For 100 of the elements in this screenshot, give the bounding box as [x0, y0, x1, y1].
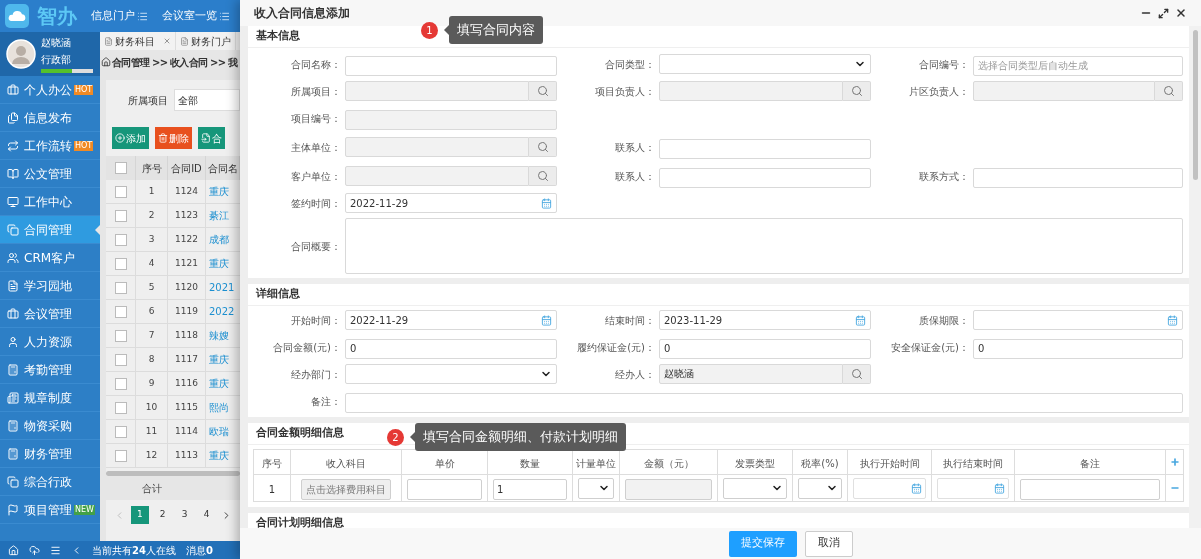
contract-link[interactable]: 2022	[209, 304, 235, 319]
page-number[interactable]: 3	[176, 506, 193, 524]
subject-picker-button[interactable]: 点击选择费用科目	[301, 479, 391, 500]
checkbox[interactable]	[114, 162, 127, 174]
nav-link[interactable]: 信息门户	[91, 7, 148, 25]
text-field[interactable]	[659, 138, 871, 159]
flag-icon	[7, 503, 19, 516]
contract-link[interactable]: 重庆	[209, 448, 229, 463]
toolbar-button[interactable]: 添加	[112, 127, 149, 149]
text-field[interactable]: 0	[345, 338, 557, 359]
close-tab-icon[interactable]	[163, 37, 171, 45]
toolbar-button[interactable]: 合	[198, 127, 225, 149]
calendar-icon	[855, 314, 866, 326]
page-number[interactable]: 1	[131, 506, 149, 524]
select-field[interactable]	[345, 364, 557, 384]
maximize-icon[interactable]	[1158, 7, 1169, 19]
text-field[interactable]	[659, 167, 871, 188]
cloud-upload-icon[interactable]	[29, 544, 40, 556]
contract-link[interactable]: 重庆	[209, 352, 229, 367]
column-header: 执行开始时间	[859, 458, 920, 469]
checkbox[interactable]	[114, 329, 127, 342]
sidebar-item[interactable]: 合同管理	[0, 216, 100, 244]
text-field[interactable]: 选择合同类型后自动生成	[973, 55, 1183, 76]
checkbox[interactable]	[114, 449, 127, 462]
checkbox[interactable]	[114, 257, 127, 270]
checkbox[interactable]	[114, 281, 127, 294]
submit-button[interactable]: 提交保存	[728, 530, 797, 557]
lookup-field[interactable]	[973, 81, 1155, 101]
select-field[interactable]	[798, 477, 842, 499]
text-field[interactable]	[973, 167, 1183, 188]
search-button[interactable]	[529, 81, 557, 101]
contract-link[interactable]: 2021	[209, 280, 235, 295]
page-tab[interactable]: 财务科目	[100, 32, 176, 50]
text-field[interactable]: 1	[493, 479, 567, 500]
lookup-field[interactable]	[345, 81, 529, 101]
search-button[interactable]	[1155, 81, 1183, 101]
text-field[interactable]	[345, 55, 557, 76]
date-field[interactable]: 2022-11-29	[345, 193, 557, 213]
text-field[interactable]	[345, 392, 1183, 413]
date-field[interactable]	[973, 310, 1183, 330]
date-field[interactable]: 2022-11-29	[345, 310, 557, 330]
contract-link[interactable]: 熙尚	[209, 400, 229, 415]
search-button[interactable]	[529, 137, 557, 157]
scrollbar[interactable]	[106, 471, 240, 476]
column-header: 合同名	[207, 161, 238, 176]
toolbar-button[interactable]: 删除	[155, 127, 192, 149]
contract-link[interactable]: 重庆	[209, 184, 229, 199]
contract-link[interactable]: 重庆	[209, 256, 229, 271]
textarea-field[interactable]	[345, 218, 1183, 274]
contract-link[interactable]: 綦江	[209, 208, 229, 223]
date-field[interactable]	[937, 477, 1009, 499]
text-field[interactable]: 0	[659, 338, 871, 359]
calculator-icon	[7, 447, 19, 460]
column-header: 单价	[434, 458, 455, 469]
cancel-button[interactable]: 取消	[804, 530, 853, 557]
checkbox[interactable]	[114, 209, 127, 222]
text-field[interactable]	[1020, 479, 1160, 500]
text-field[interactable]	[407, 479, 482, 500]
add-row-icon[interactable]	[1169, 457, 1180, 467]
lookup-field[interactable]	[659, 81, 843, 101]
select-field[interactable]	[659, 54, 871, 74]
readonly-field[interactable]	[625, 479, 712, 500]
contract-link[interactable]: 重庆	[209, 376, 229, 391]
checkbox[interactable]	[114, 425, 127, 438]
readonly-field[interactable]	[345, 109, 557, 130]
contract-link[interactable]: 欧瑞	[209, 424, 229, 439]
home-icon[interactable]	[8, 544, 19, 556]
page-tab[interactable]: 财务门户	[176, 32, 236, 50]
menu-icon[interactable]	[50, 544, 61, 556]
search-button[interactable]	[843, 81, 871, 101]
nav-link[interactable]: 会议室一览	[162, 7, 230, 25]
page-number[interactable]: 2	[154, 506, 171, 524]
column-header: 序号	[141, 161, 162, 176]
checkbox[interactable]	[114, 233, 127, 246]
date-field[interactable]	[853, 477, 926, 499]
lookup-field[interactable]	[345, 137, 529, 157]
select-field[interactable]	[578, 477, 614, 499]
text-field[interactable]: 0	[973, 338, 1183, 359]
calendar-icon	[1167, 314, 1178, 326]
select-field[interactable]: 全部	[174, 89, 240, 111]
search-button[interactable]	[529, 166, 557, 186]
sidebar-item[interactable]: 项目管理 NEW	[0, 496, 100, 524]
contract-link[interactable]: 成都	[209, 232, 229, 247]
lookup-field[interactable]: 赵晓涵	[659, 364, 843, 384]
checkbox[interactable]	[114, 305, 127, 318]
checkbox[interactable]	[114, 185, 127, 198]
lookup-field[interactable]	[345, 166, 529, 186]
sidebar-item[interactable]: 个人办公 HOT	[0, 76, 100, 104]
checkbox[interactable]	[114, 353, 127, 366]
contract-link[interactable]: 辣嫂	[209, 328, 229, 343]
search-button[interactable]	[843, 364, 871, 384]
close-icon[interactable]	[1175, 7, 1187, 19]
page-number[interactable]: 4	[198, 506, 215, 524]
sidebar-item[interactable]: 工作流转 HOT	[0, 132, 100, 160]
checkbox[interactable]	[114, 377, 127, 390]
select-field[interactable]	[723, 477, 787, 499]
date-field[interactable]: 2023-11-29	[659, 310, 871, 330]
field-label: 履约保证金(元)：	[576, 340, 656, 355]
checkbox[interactable]	[114, 401, 127, 414]
trash-icon	[158, 133, 168, 143]
